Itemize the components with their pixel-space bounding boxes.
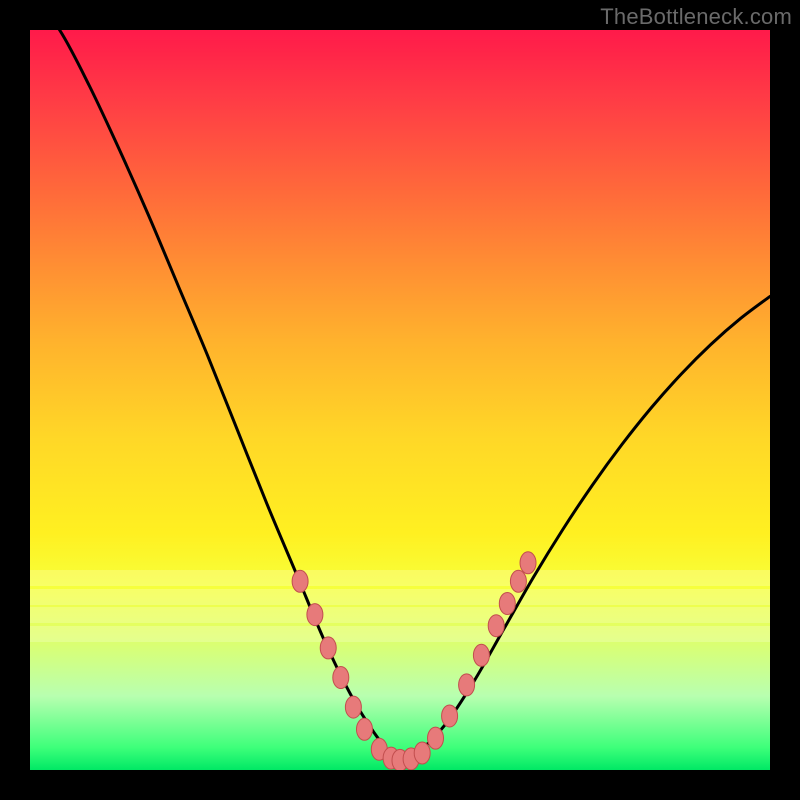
curve-marker <box>442 705 458 727</box>
watermark-text: TheBottleneck.com <box>600 4 792 30</box>
curve-marker <box>473 644 489 666</box>
curve-marker <box>499 593 515 615</box>
curve-marker <box>510 570 526 592</box>
curve-marker <box>414 742 430 764</box>
curve-marker <box>333 667 349 689</box>
curve-marker <box>307 604 323 626</box>
bottleneck-curve <box>30 30 770 761</box>
chart-frame: TheBottleneck.com <box>0 0 800 800</box>
curve-marker <box>292 570 308 592</box>
curve-marker <box>520 552 536 574</box>
marker-group <box>292 552 536 770</box>
chart-svg <box>30 30 770 770</box>
curve-marker <box>345 696 361 718</box>
curve-marker <box>356 718 372 740</box>
curve-marker <box>428 727 444 749</box>
curve-marker <box>488 615 504 637</box>
curve-marker <box>459 674 475 696</box>
plot-area <box>30 30 770 770</box>
curve-marker <box>320 637 336 659</box>
